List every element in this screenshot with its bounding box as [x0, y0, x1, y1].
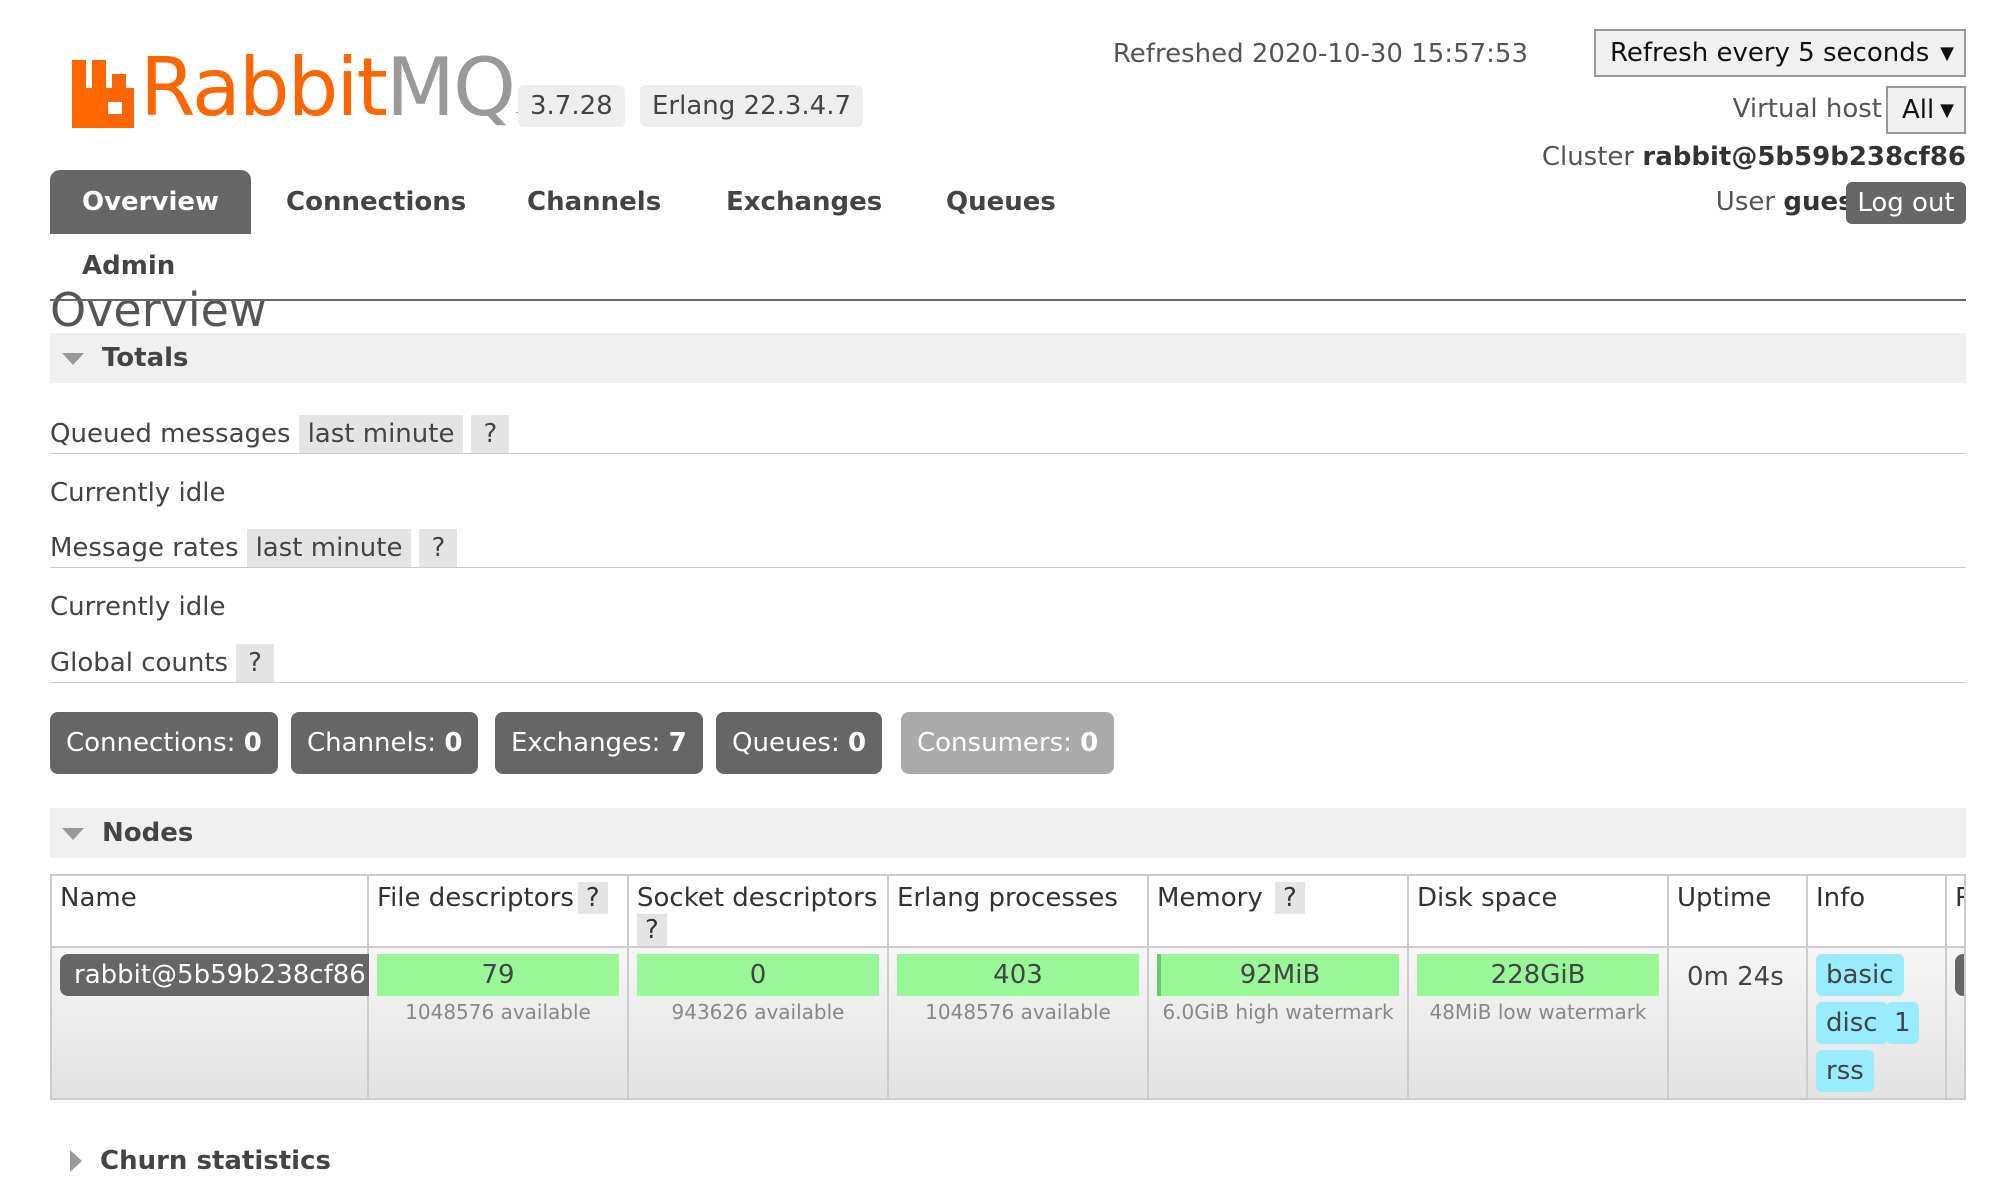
- refreshed-timestamp: Refreshed 2020-10-30 15:57:53: [1112, 39, 1528, 69]
- memory-watermark: 6.0GiB high watermark: [1162, 1000, 1394, 1024]
- socket-descriptors-available: 943626 available: [671, 1000, 845, 1024]
- column-header-memory: Memory ?: [1149, 876, 1409, 946]
- totals-section-header[interactable]: Totals: [50, 333, 1966, 383]
- erlang-processes-bar: 403: [897, 954, 1139, 996]
- virtual-host-value: All: [1902, 95, 1935, 125]
- totals-title: Totals: [102, 343, 189, 373]
- table-cell-disk-space: 228GiB 48MiB low watermark: [1409, 948, 1669, 1098]
- file-descriptors-available: 1048576 available: [405, 1000, 591, 1024]
- dropdown-arrow-icon: ▼: [1940, 99, 1954, 121]
- table-cell-info: basic disc 1 rss: [1808, 948, 1947, 1098]
- column-header-socket-descriptors: Socket descriptors ?: [629, 876, 889, 946]
- help-button[interactable]: ?: [236, 644, 274, 682]
- memory-bar: 92MiB: [1157, 954, 1399, 996]
- churn-statistics-title: Churn statistics: [100, 1146, 331, 1176]
- consumers-count-button[interactable]: Consumers: 0: [901, 712, 1115, 774]
- expand-triangle-icon: [70, 1150, 82, 1172]
- disk-space-watermark: 48MiB low watermark: [1429, 1000, 1647, 1024]
- refresh-interval-select[interactable]: Refresh every 5 seconds ▼: [1594, 29, 1966, 77]
- connections-count-button[interactable]: Connections: 0: [50, 712, 278, 774]
- divider: [50, 567, 1966, 568]
- tab-overview[interactable]: Overview: [50, 170, 252, 234]
- table-cell-memory: 92MiB 6.0GiB high watermark: [1149, 948, 1409, 1098]
- rabbitmq-logo: RabbitMQ TM: [72, 48, 531, 128]
- help-button[interactable]: ?: [471, 415, 510, 453]
- cluster-info: Cluster rabbit@5b59b238cf86: [1542, 142, 1966, 172]
- uptime-value: 0m 24s: [1687, 962, 1784, 992]
- queued-messages-label: Queued messages: [50, 419, 291, 449]
- channels-count-button[interactable]: Channels: 0: [291, 712, 479, 774]
- help-button[interactable]: ?: [1275, 882, 1305, 914]
- table-cell-name: rabbit@5b59b238cf86: [52, 948, 380, 1098]
- nodes-section-header[interactable]: Nodes: [50, 808, 1966, 858]
- global-counts-row: Global counts ?: [50, 644, 274, 682]
- column-header-file-descriptors: File descriptors?: [369, 876, 629, 946]
- message-rates-label: Message rates: [50, 533, 239, 563]
- column-header-disk-space: Disk space: [1409, 876, 1669, 946]
- message-rates-status: Currently idle: [50, 592, 226, 622]
- column-header-name: Name: [52, 876, 369, 946]
- tab-exchanges[interactable]: Exchanges: [726, 170, 882, 234]
- nodes-title: Nodes: [102, 818, 194, 848]
- churn-statistics-section-header[interactable]: Churn statistics: [50, 1136, 1966, 1186]
- socket-descriptors-bar: 0: [637, 954, 879, 996]
- logo-text-mq: MQ: [386, 41, 516, 134]
- disk-space-bar: 228GiB: [1417, 954, 1659, 996]
- refresh-interval-value: Refresh every 5 seconds: [1610, 38, 1930, 68]
- exchanges-count-button[interactable]: Exchanges: 7: [495, 712, 703, 774]
- column-header-truncated: R: [1947, 876, 1964, 946]
- column-header-uptime: Uptime: [1669, 876, 1808, 946]
- page-title: Overview: [50, 283, 267, 328]
- table-cell-truncated: [1947, 948, 1964, 1098]
- info-tag-disc: disc: [1816, 1002, 1888, 1044]
- help-button[interactable]: ?: [419, 529, 458, 567]
- info-tag-disc-count: 1: [1886, 1002, 1919, 1044]
- cluster-label: Cluster: [1541, 142, 1635, 172]
- divider: [50, 453, 1966, 454]
- node-name-link[interactable]: rabbit@5b59b238cf86: [60, 954, 380, 996]
- rabbitmq-version-badge: 3.7.28: [518, 85, 625, 127]
- global-counts-label: Global counts: [50, 648, 229, 678]
- help-button[interactable]: ?: [637, 914, 667, 946]
- table-cell-erlang-processes: 403 1048576 available: [889, 948, 1149, 1098]
- collapse-triangle-icon: [62, 828, 84, 840]
- tab-connections[interactable]: Connections: [286, 170, 466, 234]
- rabbit-logo-icon: [72, 60, 134, 128]
- tab-channels[interactable]: Channels: [527, 170, 661, 234]
- cluster-name: rabbit@5b59b238cf86: [1642, 142, 1966, 172]
- queued-messages-status: Currently idle: [50, 478, 226, 508]
- logo-text-rabbit: Rabbit: [140, 41, 388, 134]
- rates-range-button[interactable]: last minute: [246, 529, 412, 567]
- dropdown-arrow-icon: ▼: [1940, 42, 1954, 64]
- queues-count-button[interactable]: Queues: 0: [716, 712, 883, 774]
- file-descriptors-bar: 79: [377, 954, 619, 996]
- user-info: User guest: [1716, 187, 1866, 217]
- truncated-button[interactable]: [1955, 954, 1964, 996]
- collapse-triangle-icon: [62, 353, 84, 365]
- info-tag-rss: rss: [1816, 1050, 1874, 1092]
- table-cell-uptime: 0m 24s: [1669, 948, 1808, 1098]
- logout-button[interactable]: Log out: [1846, 182, 1966, 224]
- table-cell-socket-descriptors: 0 943626 available: [629, 948, 889, 1098]
- tab-queues[interactable]: Queues: [946, 170, 1056, 234]
- virtual-host-select[interactable]: All ▼: [1886, 86, 1966, 134]
- help-button[interactable]: ?: [577, 882, 608, 914]
- nav-divider: [50, 299, 1966, 301]
- message-rates-row: Message rates last minute ?: [50, 529, 458, 567]
- divider: [50, 682, 1966, 683]
- user-label: User: [1715, 187, 1776, 217]
- nodes-table: Name File descriptors? Socket descriptor…: [50, 874, 1966, 1100]
- table-cell-file-descriptors: 79 1048576 available: [369, 948, 629, 1098]
- queued-range-button[interactable]: last minute: [298, 415, 464, 453]
- virtual-host-label: Virtual host: [1732, 94, 1882, 124]
- info-tag-basic: basic: [1816, 954, 1904, 996]
- queued-messages-row: Queued messages last minute ?: [50, 415, 510, 453]
- erlang-processes-available: 1048576 available: [925, 1000, 1111, 1024]
- erlang-version-badge: Erlang 22.3.4.7: [640, 85, 864, 127]
- column-header-erlang-processes: Erlang processes: [889, 876, 1149, 946]
- column-header-info: Info: [1808, 876, 1947, 946]
